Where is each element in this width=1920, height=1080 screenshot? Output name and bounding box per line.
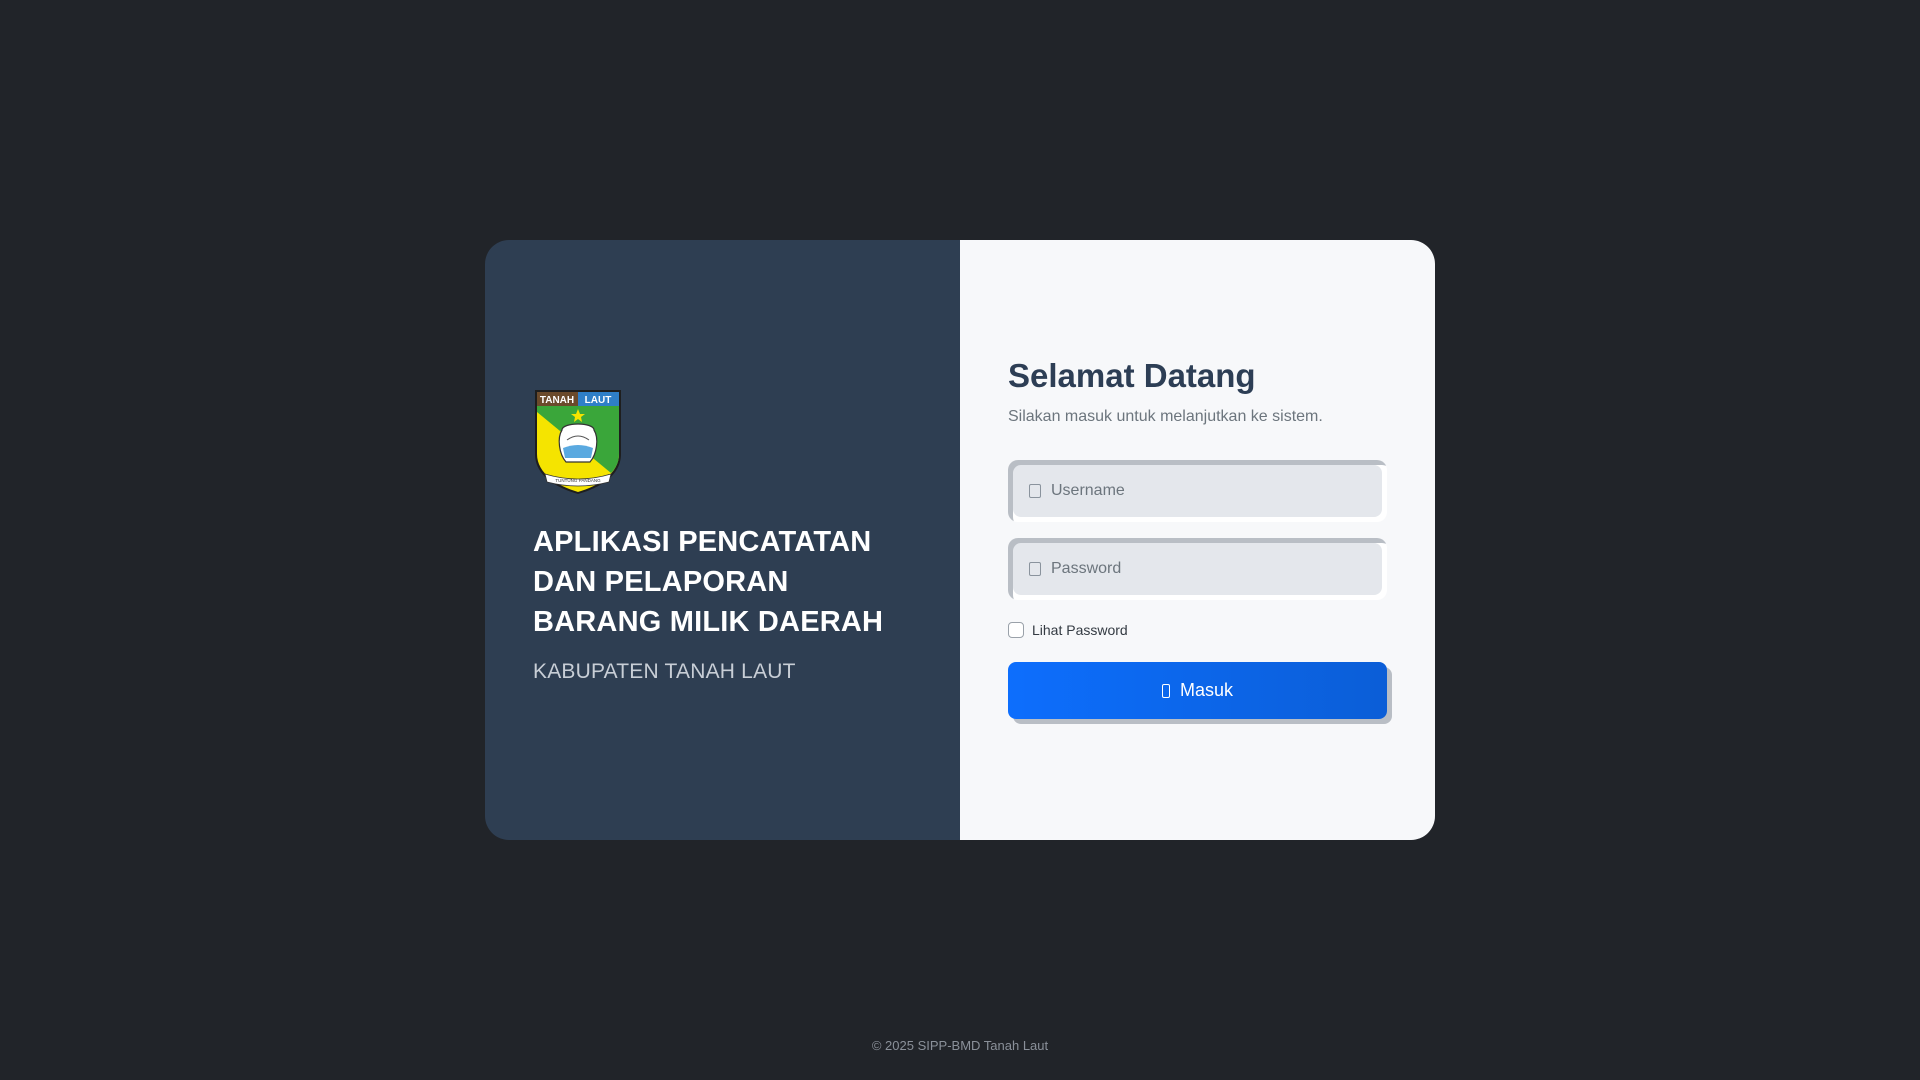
username-input[interactable] — [1051, 465, 1382, 517]
show-password-row: Lihat Password — [1008, 622, 1387, 638]
welcome-subheading: Silakan masuk untuk melanjutkan ke siste… — [1008, 408, 1323, 425]
show-password-checkbox[interactable] — [1008, 622, 1024, 638]
logo-ribbon-text: TUNTUNG PANDANG — [555, 478, 601, 483]
lock-icon — [1029, 562, 1041, 576]
password-field — [1008, 538, 1387, 600]
branding-panel: TANAH LAUT TUNTUNG PANDANG APLIKASI PENC… — [485, 240, 960, 840]
footer-copyright: © 2025 SIPP-BMD Tanah Laut — [871, 1038, 1049, 1053]
app-title: APLIKASI PENCATATAN DAN PELAPORAN BARANG… — [533, 526, 884, 638]
user-icon — [1029, 484, 1041, 498]
show-password-label[interactable]: Lihat Password — [1032, 622, 1128, 638]
password-field-inner — [1013, 543, 1382, 595]
logo-label-right: LAUT — [585, 395, 612, 406]
login-button[interactable]: Masuk — [1008, 662, 1387, 719]
password-input[interactable] — [1051, 543, 1382, 595]
username-field-inner — [1013, 465, 1382, 517]
login-card: TANAH LAUT TUNTUNG PANDANG APLIKASI PENC… — [485, 240, 1435, 840]
login-panel: Selamat Datang Silakan masuk untuk melan… — [960, 240, 1435, 840]
login-button-label: Masuk — [1179, 680, 1233, 700]
welcome-heading: Selamat Datang — [1008, 357, 1256, 394]
app-subtitle: KABUPATEN TANAH LAUT — [533, 660, 796, 683]
logo-label-left: TANAH — [540, 395, 574, 406]
tanah-laut-logo-icon: TANAH LAUT TUNTUNG PANDANG — [535, 390, 621, 494]
login-icon — [1161, 683, 1170, 698]
username-field — [1008, 460, 1387, 522]
